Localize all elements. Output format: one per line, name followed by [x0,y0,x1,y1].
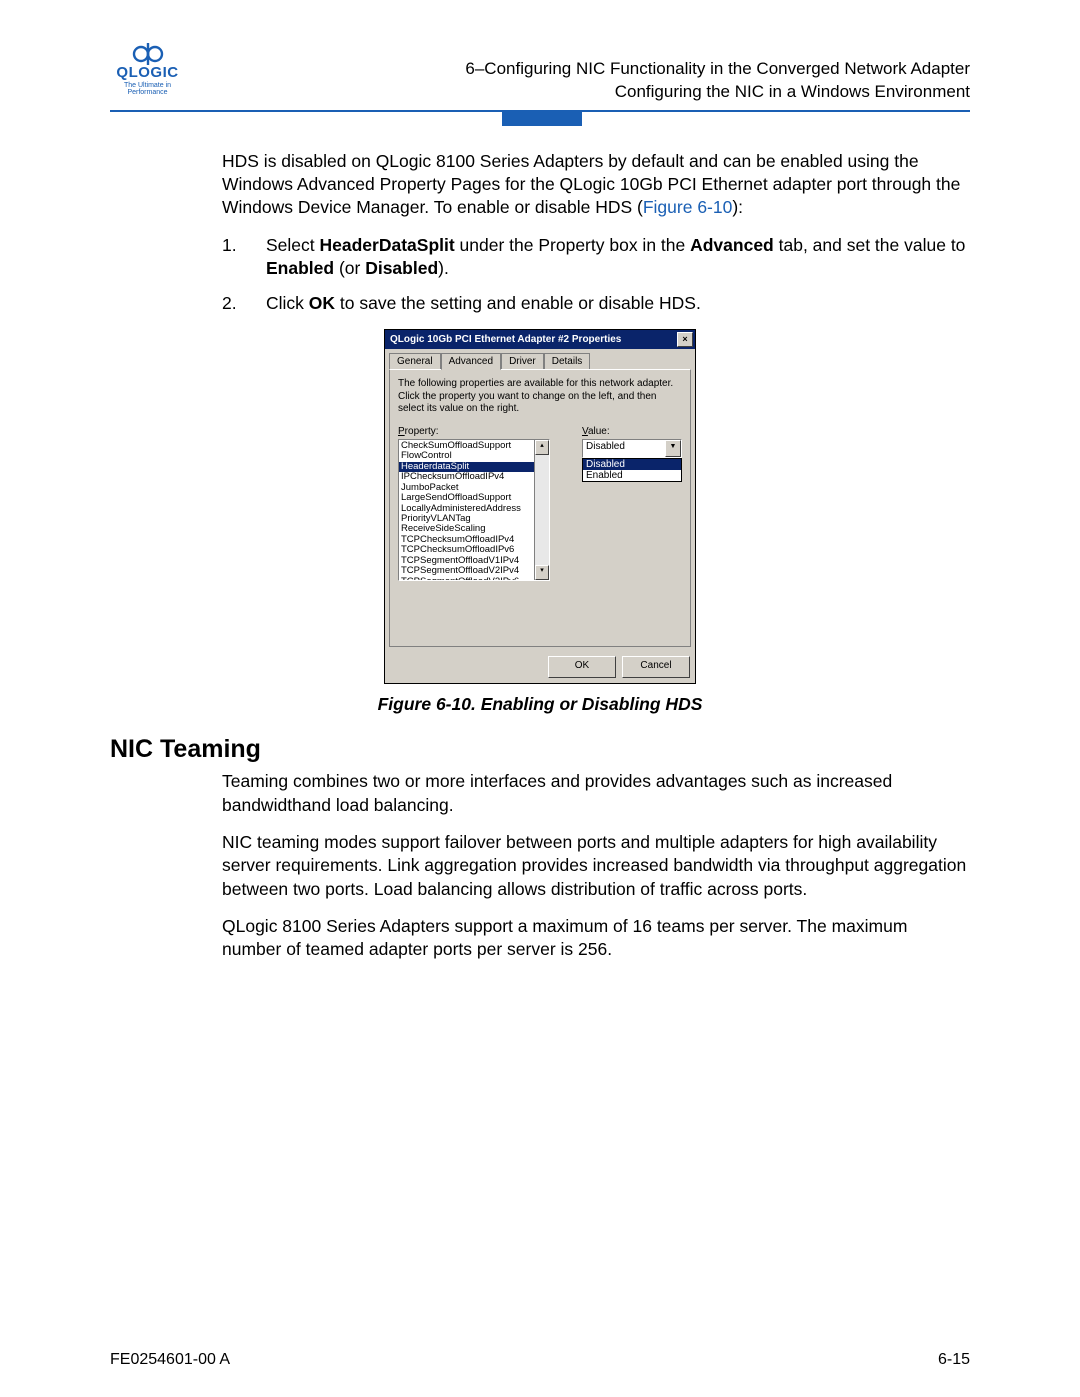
chevron-down-icon[interactable]: ▼ [665,440,681,457]
header-line-1: 6–Configuring NIC Functionality in the C… [465,58,970,81]
properties-dialog: QLogic 10Gb PCI Ethernet Adapter #2 Prop… [384,329,696,684]
accent-bar [502,112,582,126]
value-option[interactable]: Disabled [583,459,681,470]
tab-general[interactable]: General [389,353,441,369]
cancel-button[interactable]: Cancel [622,656,690,678]
scrollbar[interactable]: ▴ ▾ [534,440,549,580]
logo: QLOGIC The Ultimate in Performance [110,40,185,96]
footer-docnum: FE0254601-00 A [110,1351,230,1369]
section-heading-nic-teaming: NIC Teaming [110,735,970,764]
value-combobox[interactable]: Disabled ▼ [582,439,682,458]
tab-advanced[interactable]: Advanced [441,353,501,370]
logo-tagline: The Ultimate in Performance [110,82,185,96]
property-listbox[interactable]: CheckSumOffloadSupportFlowControlHeaderd… [398,439,550,581]
value-label: Value: [582,426,682,437]
teaming-para-2: NIC teaming modes support failover betwe… [222,831,970,901]
intro-paragraph: HDS is disabled on QLogic 8100 Series Ad… [222,150,970,220]
step-2: Click OK to save the setting and enable … [222,292,970,315]
value-dropdown[interactable]: DisabledEnabled [582,458,682,482]
intro-text: HDS is disabled on QLogic 8100 Series Ad… [222,151,960,218]
intro-tail: ): [732,197,743,217]
value-current: Disabled [583,440,665,457]
steps-list: Select HeaderDataSplit under the Propert… [222,234,970,316]
logo-name: QLOGIC [110,64,185,81]
tab-driver[interactable]: Driver [501,353,544,369]
step-1: Select HeaderDataSplit under the Propert… [222,234,970,281]
close-icon[interactable]: × [677,332,693,347]
figure-caption: Figure 6-10. Enabling or Disabling HDS [110,694,970,715]
scroll-up-icon[interactable]: ▴ [535,440,549,455]
header-line-2: Configuring the NIC in a Windows Environ… [465,81,970,104]
dialog-description: The following properties are available f… [398,378,682,416]
value-option[interactable]: Enabled [583,470,681,481]
scroll-down-icon[interactable]: ▾ [535,565,549,580]
property-item[interactable]: TCPSegmentOffloadV2IPv6 [399,577,534,580]
tab-strip: General Advanced Driver Details [385,349,695,369]
teaming-para-3: QLogic 8100 Series Adapters support a ma… [222,915,970,962]
tab-details[interactable]: Details [544,353,591,369]
ok-button[interactable]: OK [548,656,616,678]
teaming-para-1: Teaming combines two or more interfaces … [222,770,970,817]
footer-pagenum: 6-15 [938,1351,970,1369]
dialog-title: QLogic 10Gb PCI Ethernet Adapter #2 Prop… [390,334,621,345]
figure-link[interactable]: Figure 6-10 [643,197,733,217]
property-label: Property: [398,426,570,437]
